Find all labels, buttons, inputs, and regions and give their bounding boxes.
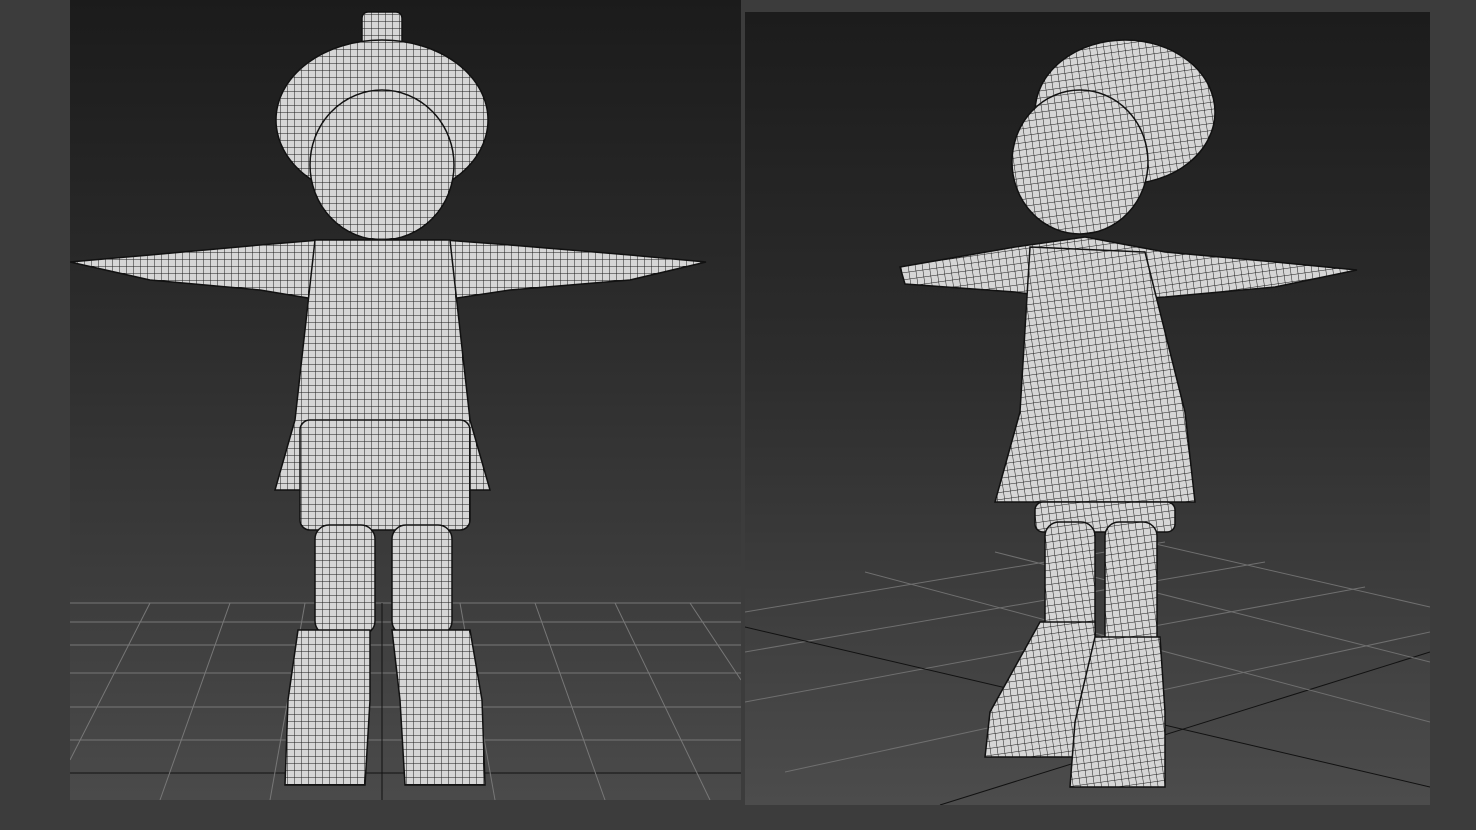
character-model-perspective <box>899 39 1358 788</box>
front-viewport-scene <box>70 11 741 800</box>
perspective-viewport-scene <box>745 39 1430 805</box>
viewport-front[interactable] <box>70 0 741 800</box>
viewport-perspective[interactable] <box>745 12 1430 805</box>
character-model-front <box>70 11 707 786</box>
